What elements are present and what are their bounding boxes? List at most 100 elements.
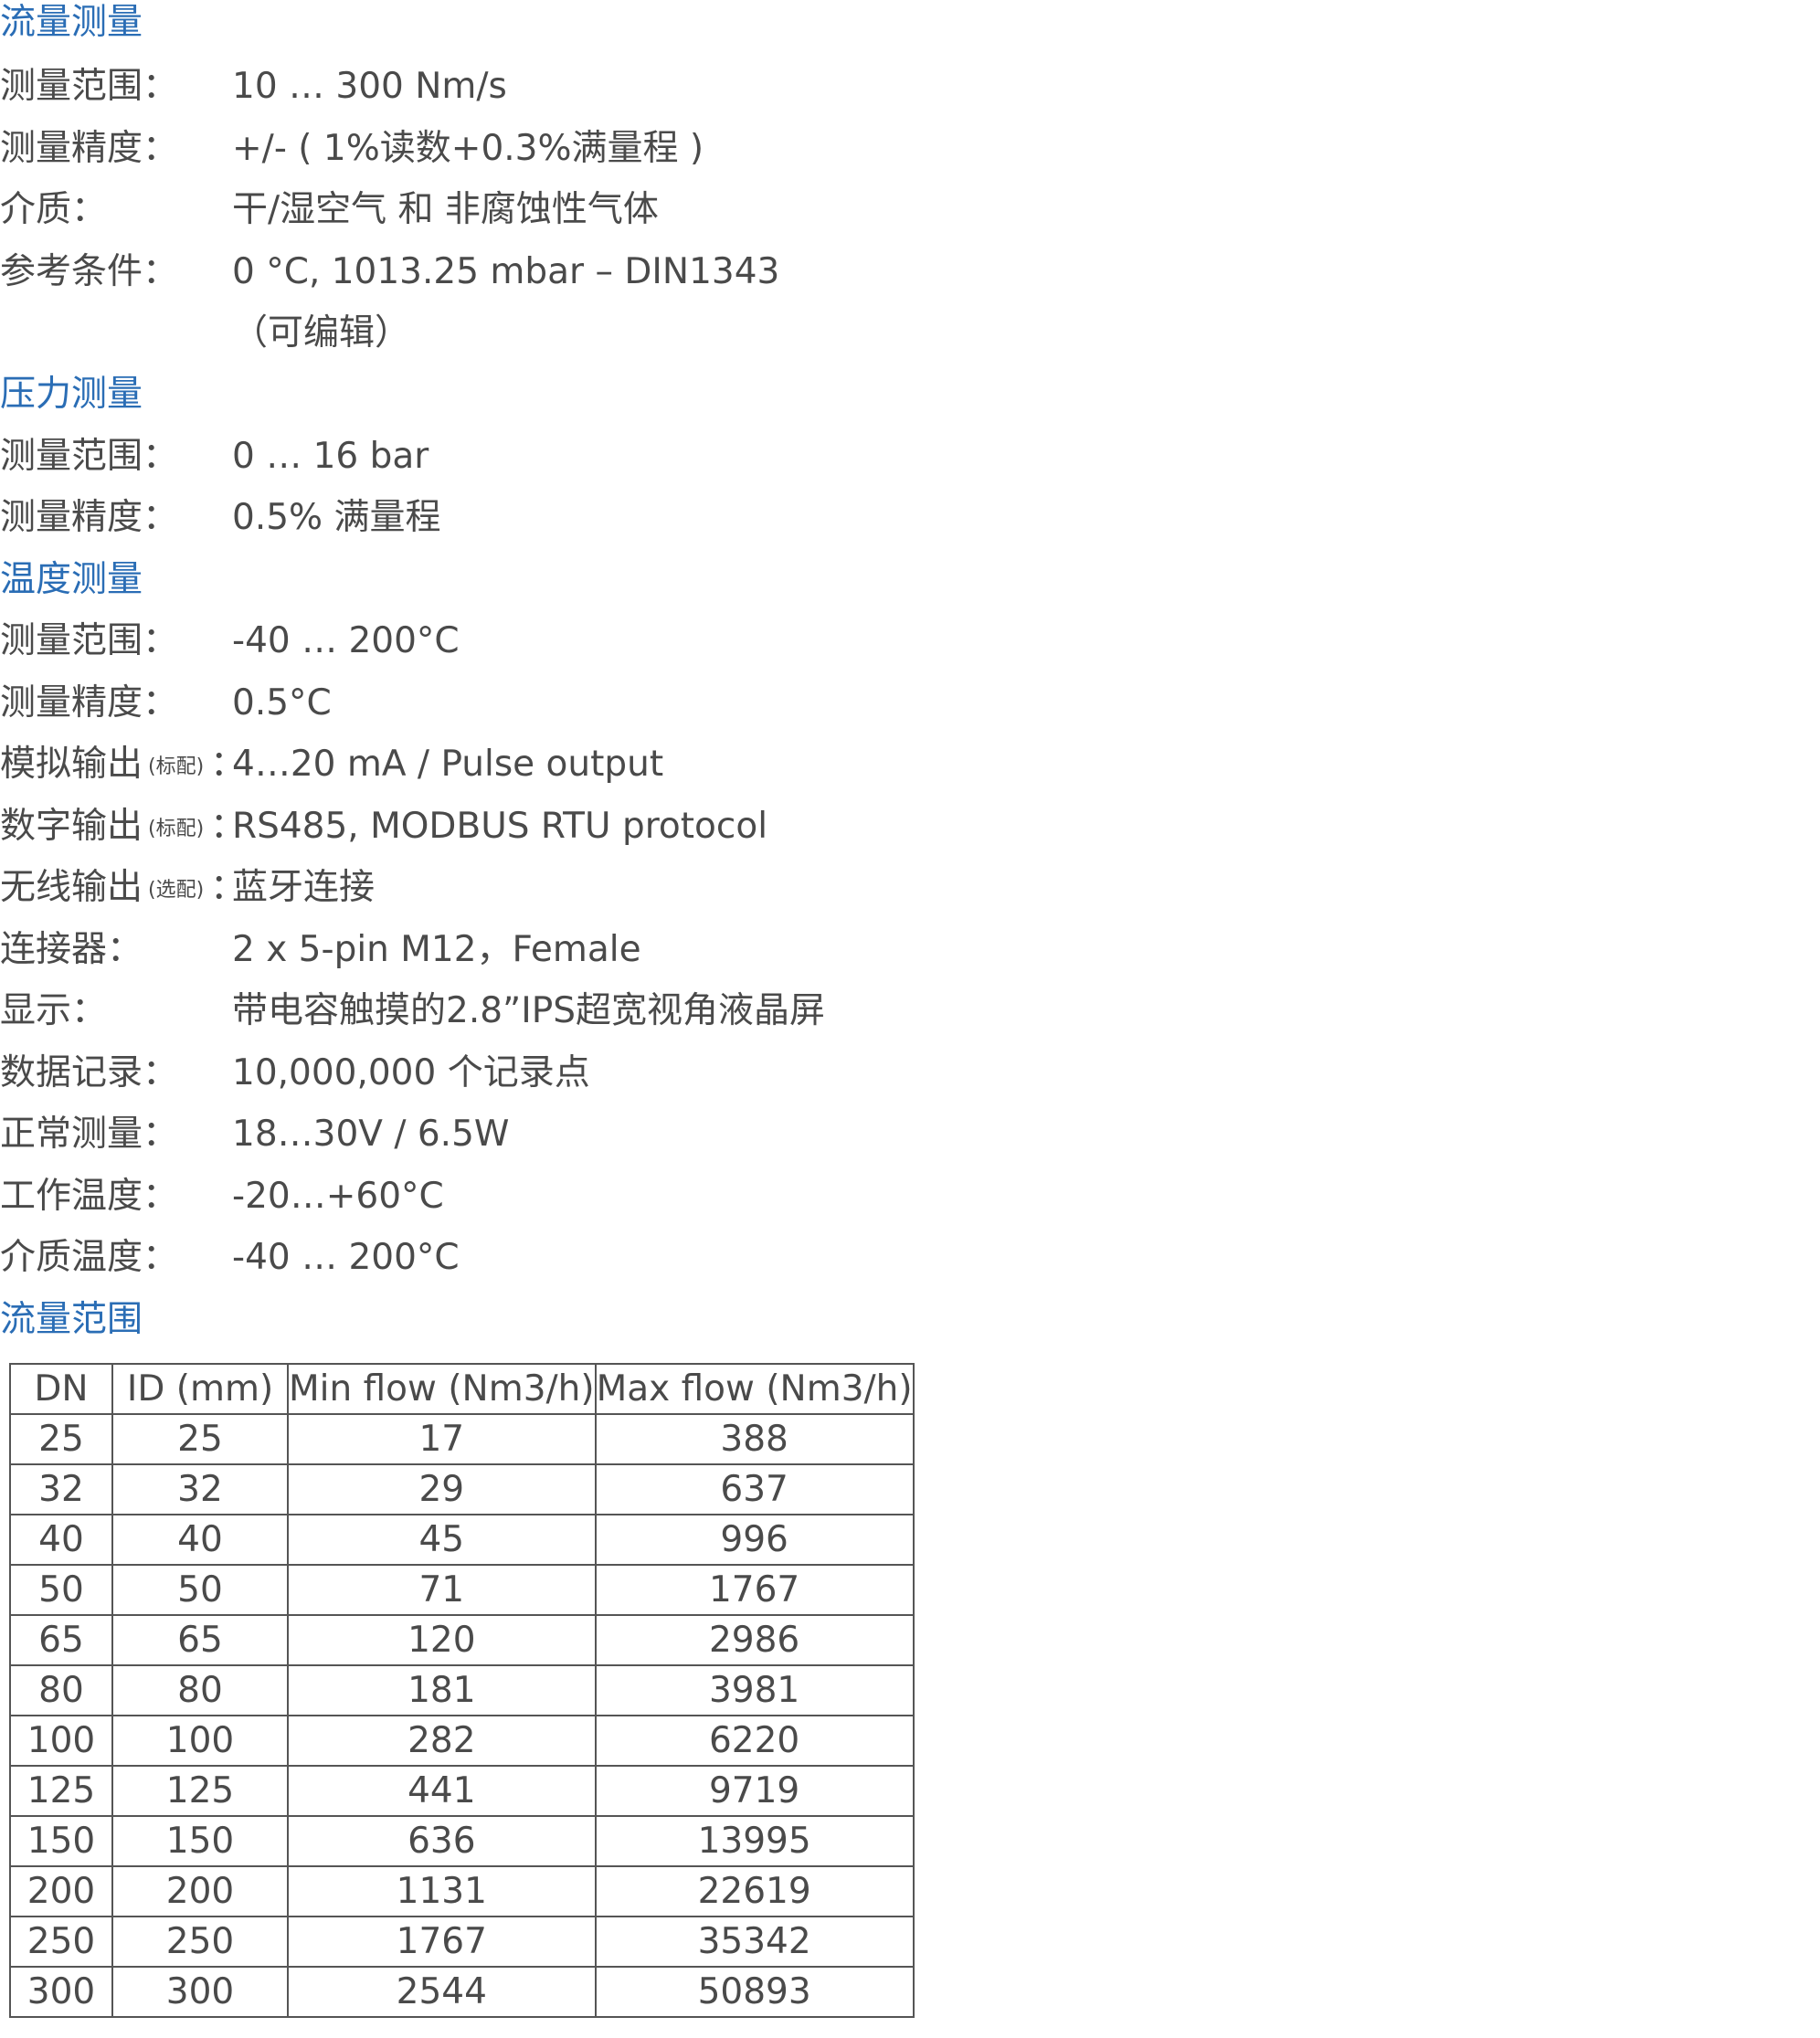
cell-min-flow: 282	[287, 1715, 597, 1767]
cell-min-flow: 71	[287, 1564, 597, 1616]
logging-value: 10,000,000 个记录点	[232, 1052, 590, 1093]
cell-min-flow: 2544	[287, 1966, 597, 2018]
table-row: 250 250 1767 35342	[9, 1916, 915, 1968]
flow-reference-value: 0 °C, 1013.25 mbar – DIN1343	[232, 251, 780, 292]
cell-id: 40	[111, 1514, 289, 1566]
temperature-accuracy-value: 0.5°C	[232, 682, 332, 723]
cell-min-flow: 636	[287, 1815, 597, 1867]
analog-output-tag: (标配)	[148, 755, 205, 778]
cell-dn: 80	[9, 1664, 113, 1716]
cell-min-flow: 17	[287, 1413, 597, 1465]
flow-medium-value: 干/湿空气 和 非腐蚀性气体	[232, 189, 659, 230]
cell-id: 125	[111, 1765, 289, 1817]
cell-max-flow: 1767	[594, 1564, 915, 1616]
cell-dn: 25	[9, 1413, 113, 1465]
flow-range-value: 10 … 300 Nm/s	[232, 66, 507, 107]
media-temp-value: -40 … 200°C	[232, 1237, 460, 1278]
cell-max-flow: 6220	[594, 1715, 915, 1767]
cell-dn: 125	[9, 1765, 113, 1817]
flow-table-body: 25 25 17 388 32 32 29 637 40 40 45 996 50 50 71 1767 65 6…	[9, 1413, 915, 2018]
table-row: 300 300 2544 50893	[9, 1966, 915, 2018]
logging-label: 数据记录：	[0, 1052, 179, 1093]
wireless-output-label: 无线输出	[0, 867, 143, 908]
digital-output-label-group: 数字输出 (标配)	[0, 801, 204, 855]
table-row: 200 200 1131 22619	[9, 1865, 915, 1917]
cell-min-flow: 181	[287, 1664, 597, 1716]
cell-dn: 100	[9, 1715, 113, 1767]
wireless-output-value: 蓝牙连接	[232, 867, 376, 908]
table-header-row: DN ID (mm) Min flow (Nm3/h) Max flow (Nm…	[9, 1363, 915, 1415]
analog-output-label: 模拟输出	[0, 744, 143, 785]
cell-max-flow: 13995	[594, 1815, 915, 1867]
temperature-accuracy-label: 测量精度：	[0, 682, 179, 723]
pressure-range-label: 测量范围：	[0, 436, 179, 477]
column-header-min-flow: Min flow (Nm3/h)	[287, 1363, 597, 1415]
table-row: 25 25 17 388	[9, 1413, 915, 1465]
cell-max-flow: 35342	[594, 1916, 915, 1968]
cell-min-flow: 45	[287, 1514, 597, 1566]
op-temp-value: -20…+60°C	[232, 1176, 444, 1217]
flow-accuracy-label: 测量精度：	[0, 128, 179, 169]
spec-sheet: 流量测量 测量范围： 10 … 300 Nm/s 测量精度： +/- ( 1%读…	[0, 0, 1820, 2038]
display-label: 显示：	[0, 990, 108, 1031]
cell-id: 100	[111, 1715, 289, 1767]
flow-range-table: DN ID (mm) Min flow (Nm3/h) Max flow (Nm…	[9, 1363, 915, 2018]
temperature-range-label: 测量范围：	[0, 620, 179, 661]
column-header-id: ID (mm)	[111, 1363, 289, 1415]
digital-output-label: 数字输出	[0, 806, 143, 847]
cell-id: 250	[111, 1916, 289, 1968]
cell-dn: 50	[9, 1564, 113, 1616]
power-value: 18…30V / 6.5W	[232, 1114, 510, 1155]
table-row: 150 150 636 13995	[9, 1815, 915, 1867]
flow-reference-label: 参考条件：	[0, 251, 179, 292]
table-row: 50 50 71 1767	[9, 1564, 915, 1616]
flow-section-title: 流量测量	[0, 2, 143, 43]
cell-id: 200	[111, 1865, 289, 1917]
cell-dn: 250	[9, 1916, 113, 1968]
cell-dn: 200	[9, 1865, 113, 1917]
cell-min-flow: 1131	[287, 1865, 597, 1917]
pressure-accuracy-value: 0.5% 满量程	[232, 497, 441, 538]
analog-output-label-group: 模拟输出 (标配)	[0, 739, 204, 793]
media-temp-label: 介质温度：	[0, 1237, 179, 1278]
cell-dn: 300	[9, 1966, 113, 2018]
cell-max-flow: 3981	[594, 1664, 915, 1716]
cell-min-flow: 120	[287, 1614, 597, 1666]
cell-id: 65	[111, 1614, 289, 1666]
cell-max-flow: 637	[594, 1463, 915, 1515]
cell-max-flow: 9719	[594, 1765, 915, 1817]
flow-medium-label: 介质：	[0, 189, 108, 230]
wireless-output-tag: (选配)	[148, 879, 205, 902]
table-row: 40 40 45 996	[9, 1514, 915, 1566]
cell-dn: 150	[9, 1815, 113, 1867]
cell-max-flow: 22619	[594, 1865, 915, 1917]
cell-max-flow: 388	[594, 1413, 915, 1465]
analog-output-value: 4…20 mA / Pulse output	[232, 744, 664, 785]
flow-reference-note: （可编辑）	[232, 312, 411, 354]
power-label: 正常测量：	[0, 1114, 179, 1155]
cell-min-flow: 29	[287, 1463, 597, 1515]
cell-dn: 40	[9, 1514, 113, 1566]
flow-range-section-title: 流量范围	[0, 1299, 143, 1340]
cell-max-flow: 50893	[594, 1966, 915, 2018]
column-header-max-flow: Max flow (Nm3/h)	[594, 1363, 915, 1415]
temperature-section-title: 温度测量	[0, 559, 143, 600]
cell-dn: 65	[9, 1614, 113, 1666]
table-row: 100 100 282 6220	[9, 1715, 915, 1767]
pressure-accuracy-label: 测量精度：	[0, 497, 179, 538]
cell-id: 80	[111, 1664, 289, 1716]
pressure-range-value: 0 … 16 bar	[232, 436, 429, 477]
table-row: 125 125 441 9719	[9, 1765, 915, 1817]
digital-output-value: RS485, MODBUS RTU protocol	[232, 806, 768, 847]
wireless-output-label-group: 无线输出 (选配)	[0, 862, 204, 916]
op-temp-label: 工作温度：	[0, 1176, 179, 1217]
pressure-section-title: 压力测量	[0, 374, 143, 415]
cell-max-flow: 996	[594, 1514, 915, 1566]
flow-range-label: 测量范围：	[0, 66, 179, 107]
display-value: 带电容触摸的2.8”IPS超宽视角液晶屏	[232, 990, 826, 1031]
cell-id: 25	[111, 1413, 289, 1465]
flow-accuracy-value: +/- ( 1%读数+0.3%满量程 )	[232, 128, 704, 169]
cell-id: 300	[111, 1966, 289, 2018]
connector-value: 2 x 5-pin M12，Female	[232, 929, 641, 970]
cell-dn: 32	[9, 1463, 113, 1515]
